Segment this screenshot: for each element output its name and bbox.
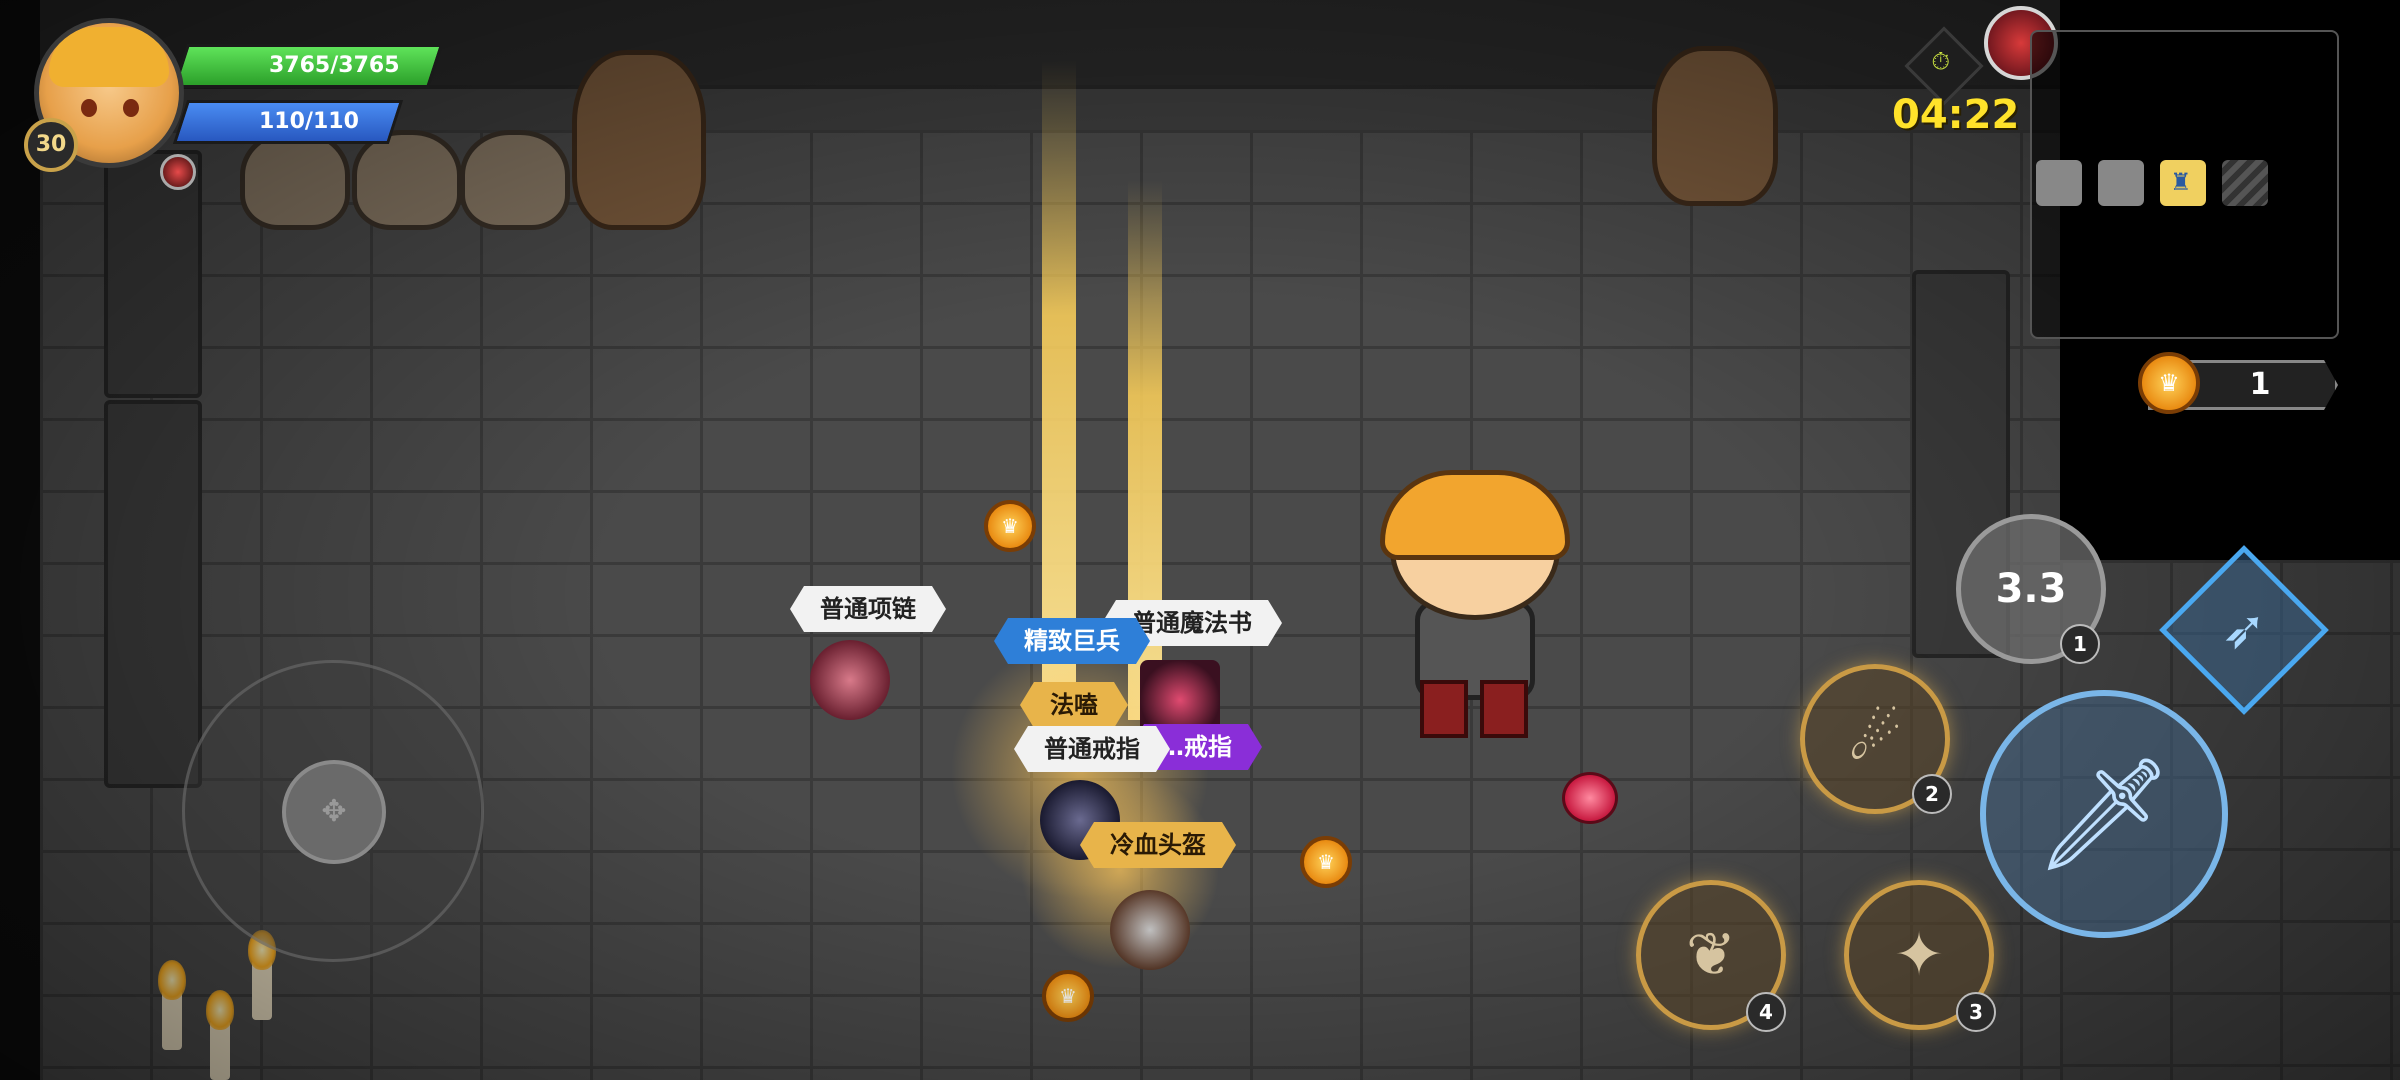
loot-label-helmet[interactable]: 冷血头盔 xyxy=(1080,822,1236,868)
avatar-eye xyxy=(123,99,139,117)
helmet-item-icon[interactable] xyxy=(1110,890,1190,970)
player-character xyxy=(1370,450,1570,738)
skill-4-slot-badge: 4 xyxy=(1746,992,1786,1032)
health-value: 3765/3765 xyxy=(268,53,400,78)
move-arrows-icon: ✥ xyxy=(321,794,347,829)
wooden-barrel xyxy=(1652,46,1778,206)
skill-1-slot-badge: 1 xyxy=(2060,624,2100,664)
gold-coin-pickup[interactable]: ♛ xyxy=(1300,836,1352,888)
loot-label-necklace[interactable]: 普通项链 xyxy=(790,586,946,632)
mana-value: 110/110 xyxy=(259,109,359,134)
minimap-room-locked xyxy=(2222,160,2268,206)
skill-3-slot-badge: 3 xyxy=(1956,992,1996,1032)
clay-pot xyxy=(352,130,462,230)
candle-flame xyxy=(158,960,186,1000)
sword-icon: 🗡 xyxy=(2034,750,2174,878)
run-timer: 04:22 xyxy=(1892,92,2020,138)
necklace-item-icon[interactable] xyxy=(810,640,890,720)
player-leg xyxy=(1480,680,1528,738)
loot-light-beam xyxy=(1042,60,1076,700)
dodge-icon: ➶ xyxy=(2221,598,2267,661)
mana-bar: 110/110 xyxy=(172,100,404,144)
wooden-barrel xyxy=(572,50,706,230)
status-buff-icon[interactable] xyxy=(160,154,196,190)
clay-pot xyxy=(240,130,350,230)
player-level-badge: 30 xyxy=(24,118,78,172)
avatar-hair xyxy=(49,27,169,87)
loot-label-common-ring[interactable]: 普通戒指 xyxy=(1014,726,1170,772)
avatar-eye xyxy=(81,99,97,117)
minimap-room-explored xyxy=(2098,160,2144,206)
player-leg xyxy=(1420,680,1468,738)
gold-coin-pickup[interactable]: ♛ xyxy=(1042,970,1094,1022)
health-bar: 3765/3765 xyxy=(172,44,444,88)
loot-label-fine-weapon[interactable]: 精致巨兵 xyxy=(994,618,1150,664)
health-potion-pickup[interactable] xyxy=(1562,772,1618,824)
candle-flame xyxy=(206,990,234,1030)
skill-2-slot-badge: 2 xyxy=(1912,774,1952,814)
stone-pillar xyxy=(104,400,202,788)
attack-button[interactable]: 🗡 xyxy=(1980,690,2228,938)
gold-count: 1 xyxy=(2249,367,2271,402)
player-hair xyxy=(1380,470,1570,560)
joystick-knob[interactable]: ✥ xyxy=(282,760,386,864)
crown-coin-icon: ♛ xyxy=(2138,352,2200,414)
shrine-icon: ♜ xyxy=(2170,168,2192,196)
game-viewport: ♛ ♛ ♛ 普通项链 普通魔法书 精致巨兵 法嗑 …戒指 普通戒指 冷血头盔 3… xyxy=(0,0,2400,1080)
minimap-room-current: ♜ xyxy=(2160,160,2206,206)
minimap-room-explored xyxy=(2036,160,2082,206)
clay-pot xyxy=(460,130,570,230)
gold-coin-pickup[interactable]: ♛ xyxy=(984,500,1036,552)
loot-label-staff[interactable]: 法嗑 xyxy=(1020,682,1128,728)
